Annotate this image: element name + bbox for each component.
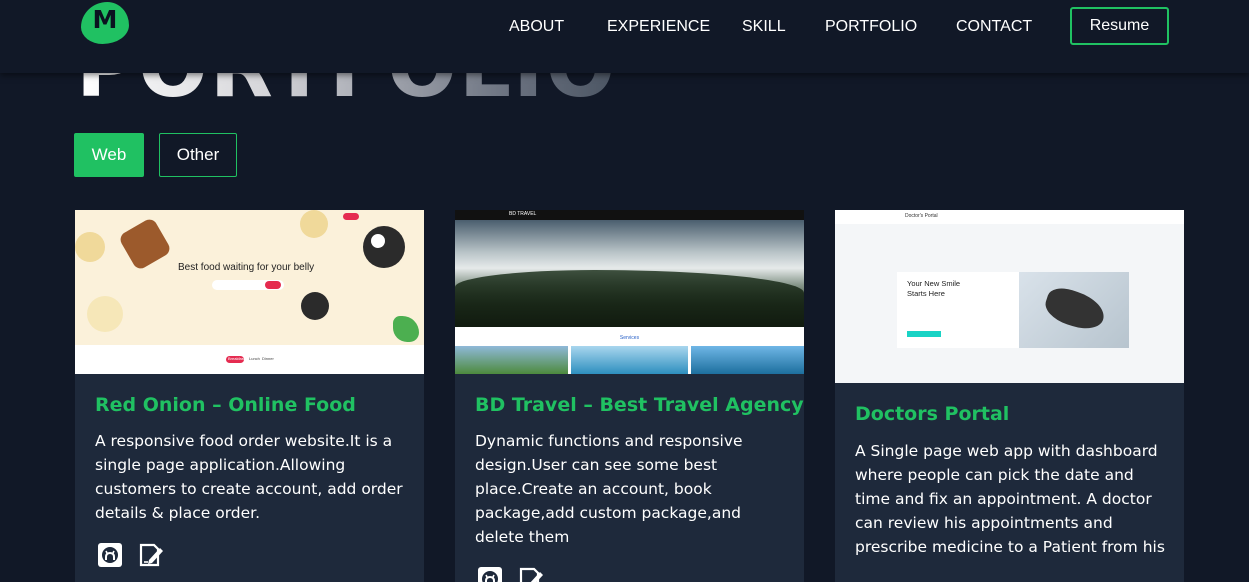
project-thumbnail[interactable]: BD TRAVEL Services — [455, 210, 804, 374]
thumbnail-tab: Lunch — [249, 356, 260, 361]
plate-image — [301, 292, 329, 320]
logo[interactable]: M — [81, 2, 129, 44]
project-description: Dynamic functions and responsive design.… — [475, 432, 743, 546]
nav-link-skill[interactable]: SKILL — [742, 18, 786, 36]
project-thumbnail[interactable]: Best food waiting for your belly Breakfa… — [75, 210, 424, 374]
thumbnail-appointment-button — [907, 331, 941, 337]
resume-button[interactable]: Resume — [1070, 7, 1169, 45]
nav-link-portfolio[interactable]: PORTFOLIO — [825, 18, 917, 36]
project-description: A responsive food order website.It is a … — [95, 432, 403, 522]
thumbnail-tab: Breakfast — [228, 356, 245, 361]
bd-travel-screenshot: BD TRAVEL Services — [455, 210, 804, 374]
thumbnail-headline: Best food waiting for your belly — [178, 262, 315, 273]
thumbnail-photo — [691, 346, 804, 374]
nav-link-about[interactable]: ABOUT — [509, 18, 564, 36]
project-links — [477, 566, 556, 582]
github-icon[interactable] — [97, 542, 123, 572]
egg-image — [371, 234, 385, 248]
filter-other-button[interactable]: Other — [159, 133, 237, 177]
thumbnail-photo — [571, 346, 688, 374]
thumbnail-photo — [455, 346, 568, 374]
thumbnail-navbar: BD TRAVEL — [455, 210, 804, 220]
thumbnail-navbar: Doctor's Portal — [835, 210, 1184, 224]
live-demo-icon[interactable] — [138, 542, 166, 572]
project-title[interactable]: BD Travel – Best Travel Agency — [475, 394, 804, 416]
doctors-portal-screenshot: Doctor's Portal Your New Smile Starts He… — [835, 210, 1184, 383]
project-title[interactable]: Red Onion – Online Food — [95, 394, 356, 416]
nav-link-experience[interactable]: EXPERIENCE — [607, 18, 710, 36]
logo-letter: M — [92, 5, 118, 34]
plate-image — [363, 226, 405, 268]
project-thumbnail[interactable]: Doctor's Portal Your New Smile Starts He… — [835, 210, 1184, 383]
thumbnail-search-button — [265, 281, 281, 289]
filter-web-button[interactable]: Web — [74, 133, 144, 177]
live-demo-icon[interactable] — [518, 566, 546, 582]
project-links — [97, 542, 176, 570]
navbar: M ABOUT EXPERIENCE SKILL PORTFOLIO CONTA… — [0, 0, 1249, 73]
red-onion-screenshot: Best food waiting for your belly Breakfa… — [75, 210, 424, 374]
github-icon[interactable] — [477, 566, 503, 582]
project-card-doctors-portal: Doctor's Portal Your New Smile Starts He… — [835, 210, 1184, 582]
thumbnail-tab: Dinner — [262, 356, 274, 361]
decor-circle — [75, 232, 105, 262]
thumbnail-brand: BD TRAVEL — [509, 211, 537, 217]
project-description: A Single page web app with dashboard whe… — [855, 442, 1165, 556]
thumbnail-signup — [343, 213, 359, 220]
thumbnail-forest — [455, 270, 804, 327]
project-title[interactable]: Doctors Portal — [855, 403, 1009, 425]
project-card-red-onion: Best food waiting for your belly Breakfa… — [75, 210, 424, 582]
project-card-bd-travel: BD TRAVEL Services BD Travel – Best Trav… — [455, 210, 804, 582]
thumbnail-brand: Doctor's Portal — [905, 213, 938, 219]
thumbnail-services-label: Services — [619, 335, 640, 341]
decor-circle — [300, 210, 328, 238]
thumbnail-headline: Your New Smile Starts Here — [907, 279, 961, 298]
taco-image — [87, 296, 123, 332]
nav-link-contact[interactable]: CONTACT — [956, 18, 1032, 36]
